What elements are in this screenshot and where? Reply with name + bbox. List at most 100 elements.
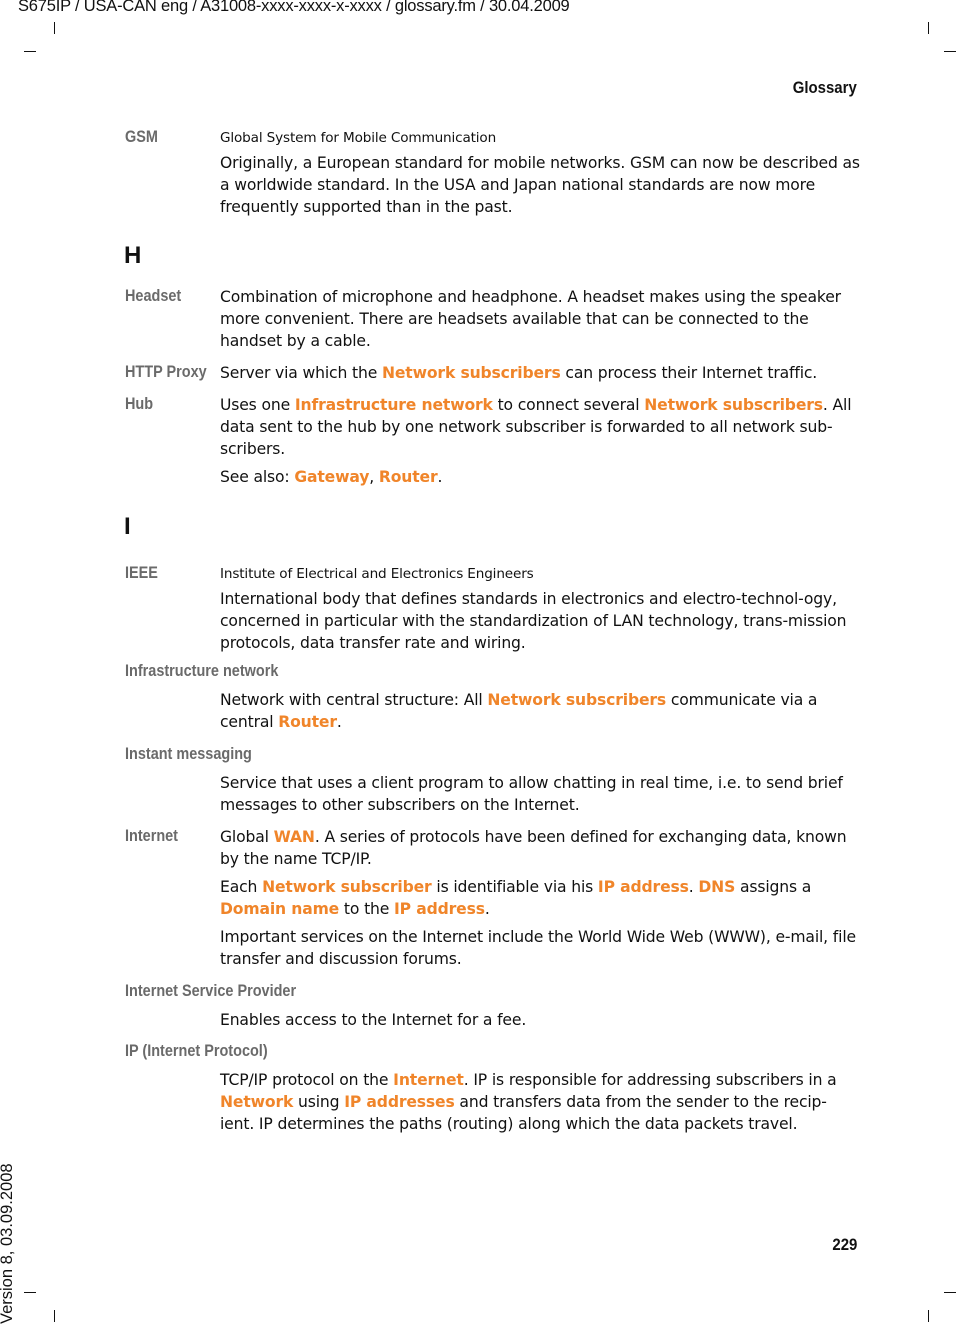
glossary-term: IEEE: [125, 563, 158, 582]
glossary-entry: Instant messaging Service that uses a cli…: [125, 744, 860, 822]
glossary-definition: Institute of Electrical and Electronics …: [220, 563, 860, 654]
glossary-entry: IP (Internet Protocol) TCP/IP protocol on…: [125, 1041, 860, 1141]
definition-paragraph: Each Network subscriber is identifiable …: [220, 876, 860, 920]
section-title: Glossary: [792, 78, 857, 97]
cross-reference-link[interactable]: Gateway: [294, 468, 369, 486]
definition-text: Enables access to the Internet for a fee…: [220, 1011, 527, 1029]
crop-mark: [54, 22, 55, 34]
glossary-term: HTTP Proxy: [125, 362, 207, 381]
glossary-definition: Uses one Infrastructure network to conne…: [220, 394, 860, 488]
glossary-definition: Global WAN. A series of protocols have b…: [220, 826, 860, 970]
definition-paragraph: Service that uses a client program to al…: [220, 772, 860, 816]
cross-reference-link[interactable]: WAN: [274, 828, 315, 846]
definition-text: can process their Internet traffic.: [560, 364, 818, 382]
cross-reference-link[interactable]: Network subscriber: [262, 878, 432, 896]
glossary-definition: Network with central structure: All Netw…: [220, 661, 860, 733]
cross-reference-link[interactable]: Network subscribers: [487, 691, 666, 709]
glossary-definition: Service that uses a client program to al…: [220, 744, 860, 816]
glossary-term: Internet: [125, 826, 178, 845]
definition-paragraph: Combination of microphone and headphone.…: [220, 286, 860, 352]
definition-text: Originally, a European standard for mobi…: [220, 154, 860, 216]
definition-text: ,: [369, 468, 379, 486]
definition-text: Important services on the Internet inclu…: [220, 928, 856, 968]
glossary-definition: Enables access to the Internet for a fee…: [220, 981, 860, 1031]
glossary-entry: Hub Uses one Infrastructure network to co…: [125, 394, 860, 494]
definition-paragraph: TCP/IP protocol on the Internet. IP is r…: [220, 1069, 860, 1135]
definition-text: to connect several: [492, 396, 645, 414]
glossary-entry: IEEE Institute of Electrical and Electron…: [125, 563, 860, 660]
letter-heading: I: [124, 513, 131, 540]
glossary-term: Instant messaging: [125, 744, 252, 763]
definition-text: is identifiable via his: [431, 878, 598, 896]
cross-reference-link[interactable]: Router: [278, 713, 337, 731]
glossary-definition: Server via which the Network subscribers…: [220, 362, 860, 384]
definition-text: .: [336, 713, 342, 731]
glossary-term: Headset: [125, 286, 182, 305]
crop-mark: [928, 22, 929, 34]
definition-text: . A series of protocols have been define…: [220, 828, 847, 868]
glossary-term: Infrastructure network: [125, 661, 279, 680]
term-expansion: Global System for Mobile Communication: [220, 130, 497, 146]
glossary-term: Internet Service Provider: [125, 981, 297, 1000]
definition-text: Uses one: [220, 396, 295, 414]
glossary-term: Hub: [125, 394, 154, 413]
crop-mark: [24, 51, 36, 52]
definition-paragraph: Global WAN. A series of protocols have b…: [220, 826, 860, 870]
definition-text: Server via which the: [220, 364, 382, 382]
definition-paragraph: Enables access to the Internet for a fee…: [220, 1009, 860, 1031]
glossary-entry: Internet Global WAN. A series of protocol…: [125, 826, 860, 976]
definition-text: assigns a: [735, 878, 812, 896]
version-label: Version 8, 03.09.2008: [0, 1163, 16, 1324]
definition-text: .: [437, 468, 443, 486]
crop-mark: [944, 1292, 956, 1293]
glossary-entry: Infrastructure network Network with centr…: [125, 661, 860, 739]
definition-text: Each: [220, 878, 263, 896]
cross-reference-link[interactable]: Network subscribers: [382, 364, 561, 382]
definition-text: .: [688, 878, 699, 896]
cross-reference-link[interactable]: Domain name: [220, 900, 339, 918]
definition-text: Global: [220, 828, 274, 846]
definition-paragraph: Network with central structure: All Netw…: [220, 689, 860, 733]
glossary-term: GSM: [125, 127, 158, 146]
cross-reference-link[interactable]: Infrastructure network: [295, 396, 493, 414]
glossary-definition: Global System for Mobile Communication Or…: [220, 127, 860, 218]
definition-paragraph: Server via which the Network subscribers…: [220, 362, 860, 384]
glossary-entry: Headset Combination of microphone and hea…: [125, 286, 860, 358]
cross-reference-link[interactable]: IP address: [598, 878, 689, 896]
definition-text: Service that uses a client program to al…: [220, 774, 843, 814]
cross-reference-link[interactable]: Network subscribers: [644, 396, 823, 414]
cross-reference-link[interactable]: Internet: [393, 1071, 464, 1089]
cross-reference-link[interactable]: IP address: [394, 900, 485, 918]
definition-paragraph: See also: Gateway, Router.: [220, 466, 860, 488]
definition-text: .: [484, 900, 490, 918]
glossary-entry: GSM Global System for Mobile Communicatio…: [125, 127, 860, 224]
definition-text: International body that defines standard…: [220, 590, 847, 652]
document-info-header: S675IP / USA-CAN eng / A31008-xxxx-xxxx-…: [18, 0, 570, 15]
definition-text: TCP/IP protocol on the: [220, 1071, 394, 1089]
cross-reference-link[interactable]: Network: [220, 1093, 293, 1111]
definition-text: . IP is responsible for addressing subsc…: [463, 1071, 837, 1089]
cross-reference-link[interactable]: Router: [379, 468, 438, 486]
term-expansion: Institute of Electrical and Electronics …: [220, 566, 534, 582]
glossary-definition: Combination of microphone and headphone.…: [220, 286, 860, 352]
glossary-term: IP (Internet Protocol): [125, 1041, 268, 1060]
definition-text: using: [293, 1093, 345, 1111]
crop-mark: [928, 1310, 929, 1322]
page-number: 229: [832, 1235, 857, 1254]
glossary-definition: TCP/IP protocol on the Internet. IP is r…: [220, 1041, 860, 1135]
crop-mark: [54, 1310, 55, 1322]
cross-reference-link[interactable]: IP addresses: [344, 1093, 455, 1111]
definition-paragraph: Important services on the Internet inclu…: [220, 926, 860, 970]
definition-text: See also:: [220, 468, 295, 486]
crop-mark: [944, 51, 956, 52]
cross-reference-link[interactable]: DNS: [698, 878, 735, 896]
definition-text: to the: [339, 900, 395, 918]
definition-paragraph: Uses one Infrastructure network to conne…: [220, 394, 860, 460]
definition-paragraph: Originally, a European standard for mobi…: [220, 152, 860, 218]
glossary-entry: Internet Service Provider Enables access …: [125, 981, 860, 1037]
glossary-entry: HTTP Proxy Server via which the Network s…: [125, 362, 860, 390]
crop-mark: [24, 1292, 36, 1293]
letter-heading: H: [124, 242, 142, 269]
definition-paragraph: International body that defines standard…: [220, 588, 860, 654]
definition-text: Combination of microphone and headphone.…: [220, 288, 841, 350]
